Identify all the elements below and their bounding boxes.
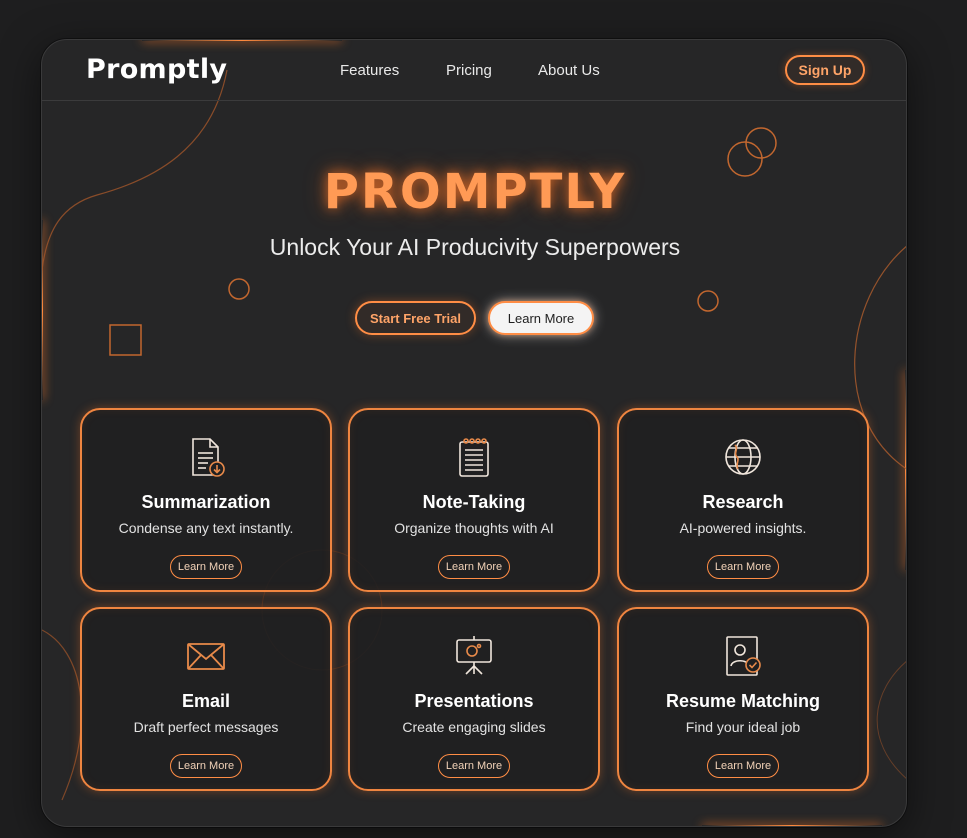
card-learn-more-button[interactable]: Learn More bbox=[438, 555, 510, 579]
card-learn-more-button[interactable]: Learn More bbox=[438, 754, 510, 778]
learn-more-button[interactable]: Learn More bbox=[488, 301, 594, 335]
edge-glow bbox=[905, 370, 906, 570]
nav-link-about-us[interactable]: About Us bbox=[538, 62, 600, 79]
hero-title: PROMPTLY bbox=[323, 164, 627, 220]
document-download-icon bbox=[192, 438, 225, 477]
logo[interactable]: Promptly bbox=[86, 54, 227, 85]
feature-card-research[interactable]: Research AI-powered insights. Learn More bbox=[617, 408, 869, 592]
card-description: Organize thoughts with AI bbox=[394, 520, 554, 536]
card-title: Note-Taking bbox=[422, 492, 526, 512]
card-learn-more-button[interactable]: Learn More bbox=[707, 555, 779, 579]
edge-glow bbox=[702, 825, 882, 826]
feature-card-resume-matching[interactable]: Resume Matching Find your ideal job Lear… bbox=[617, 607, 869, 791]
feature-card-presentations[interactable]: Presentations Create engaging slides Lea… bbox=[348, 607, 600, 791]
card-description: AI-powered insights. bbox=[679, 520, 807, 536]
start-free-trial-button[interactable]: Start Free Trial bbox=[355, 301, 476, 335]
card-description: Draft perfect messages bbox=[133, 719, 279, 735]
card-description: Find your ideal job bbox=[685, 719, 801, 735]
card-title: Resume Matching bbox=[665, 691, 821, 711]
resume-check-icon bbox=[726, 636, 761, 676]
envelope-icon bbox=[187, 643, 225, 670]
card-learn-more-button[interactable]: Learn More bbox=[707, 754, 779, 778]
notepad-icon bbox=[459, 438, 489, 477]
card-title: Email bbox=[181, 691, 231, 711]
card-title: Research bbox=[702, 492, 784, 512]
card-description: Create engaging slides bbox=[402, 719, 546, 735]
nav-link-features[interactable]: Features bbox=[340, 62, 399, 79]
feature-card-email[interactable]: Email Draft perfect messages Learn More bbox=[80, 607, 332, 791]
globe-icon bbox=[725, 439, 761, 475]
feature-card-note-taking[interactable]: Note-Taking Organize thoughts with AI Le… bbox=[348, 408, 600, 592]
sign-up-button[interactable]: Sign Up bbox=[785, 55, 865, 85]
presentation-icon bbox=[456, 636, 492, 675]
card-learn-more-button[interactable]: Learn More bbox=[170, 754, 242, 778]
navbar: Promptly Features Pricing About Us Sign … bbox=[42, 40, 906, 101]
card-learn-more-button[interactable]: Learn More bbox=[170, 555, 242, 579]
card-description: Condense any text instantly. bbox=[118, 520, 294, 536]
card-title: Summarization bbox=[141, 492, 271, 512]
feature-card-summarization[interactable]: Summarization Condense any text instantl… bbox=[80, 408, 332, 592]
nav-link-pricing[interactable]: Pricing bbox=[446, 62, 492, 79]
app-window: Promptly Features Pricing About Us Sign … bbox=[41, 39, 907, 827]
card-title: Presentations bbox=[414, 691, 534, 711]
hero-subtitle: Unlock Your AI Producivity Superpowers bbox=[269, 234, 681, 260]
